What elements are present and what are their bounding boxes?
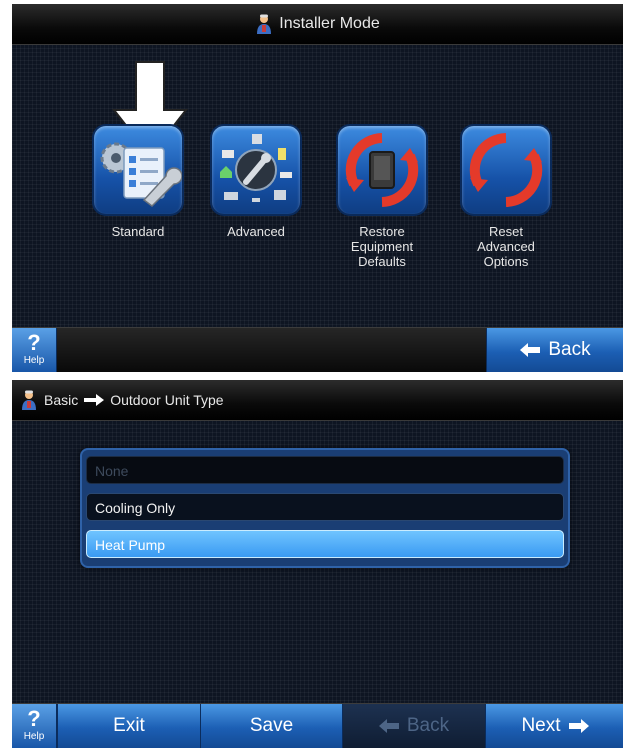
title-bar: Basic Outdoor Unit Type — [12, 380, 623, 421]
arrow-left-icon — [520, 343, 541, 357]
checklist-wrench-icon — [100, 142, 182, 207]
back-label: Back — [406, 715, 450, 736]
standard-tile[interactable] — [94, 126, 182, 214]
standard-label: Standard — [111, 224, 165, 239]
standard-button[interactable]: Standard — [88, 126, 188, 239]
back-label: Back — [548, 339, 591, 360]
advanced-label: Advanced — [227, 224, 285, 239]
help-label: Help — [23, 731, 45, 742]
question-icon: ? — [27, 330, 41, 355]
option-cooling-only[interactable]: Cooling Only — [86, 493, 564, 521]
option-heat-pump[interactable]: Heat Pump — [86, 530, 564, 558]
help-label: Help — [23, 355, 45, 366]
arrow-left-icon — [378, 719, 399, 733]
breadcrumb-parent: Basic — [44, 392, 79, 408]
option-none: None — [86, 456, 564, 484]
next-label: Next — [521, 715, 561, 736]
back-button[interactable]: Back — [486, 328, 623, 372]
restore-tile[interactable] — [338, 126, 426, 214]
arrow-right-icon — [568, 719, 589, 733]
outdoor-unit-type-screen: Basic Outdoor Unit Type None Cooling Onl… — [12, 380, 623, 748]
save-label: Save — [249, 715, 294, 736]
installer-person-icon — [22, 390, 36, 410]
advanced-settings-icon — [220, 134, 292, 202]
breadcrumb-current: Outdoor Unit Type — [110, 392, 224, 408]
title-bar: Installer Mode — [12, 4, 623, 45]
save-button[interactable]: Save — [200, 704, 342, 748]
back-button: Back — [342, 704, 485, 748]
reset-advanced-options-label: Reset Advanced Options — [477, 224, 535, 269]
exit-button[interactable]: Exit — [57, 704, 200, 748]
advanced-button[interactable]: Advanced — [206, 126, 306, 239]
page-title: Installer Mode — [279, 15, 380, 32]
help-button[interactable]: ? Help — [12, 704, 57, 748]
question-icon: ? — [27, 706, 41, 731]
exit-label: Exit — [113, 715, 145, 736]
next-button[interactable]: Next — [485, 704, 623, 748]
bottom-nav-bar: ? Help Back — [12, 327, 623, 372]
reset-cycle-icon — [469, 133, 543, 207]
bottom-nav-bar: ? Help Exit Save Back Next — [12, 703, 623, 748]
installer-person-icon — [257, 14, 272, 34]
reset-tile[interactable] — [462, 126, 550, 214]
help-button[interactable]: ? Help — [12, 328, 57, 372]
installer-mode-screen: Installer Mode Standard Advanced Restore… — [12, 4, 623, 372]
restore-equipment-defaults-label: Restore Equipment Defaults — [350, 224, 414, 269]
reset-advanced-options-button[interactable]: Reset Advanced Options — [456, 126, 556, 269]
outdoor-unit-type-list: None Cooling Only Heat Pump — [80, 448, 570, 568]
restore-cycle-icon — [345, 133, 419, 207]
arrow-right-icon — [84, 394, 105, 406]
restore-equipment-defaults-button[interactable]: Restore Equipment Defaults — [332, 126, 432, 269]
advanced-tile[interactable] — [212, 126, 300, 214]
